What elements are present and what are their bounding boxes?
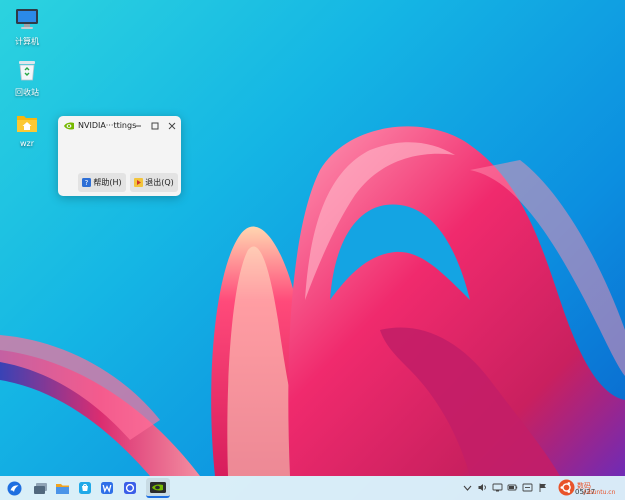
- maximize-icon: [151, 122, 159, 130]
- desktop-icon-home-folder[interactable]: wzr: [7, 113, 47, 148]
- close-icon: [168, 122, 176, 130]
- software-store-button[interactable]: [77, 480, 93, 496]
- file-manager-button[interactable]: [54, 480, 70, 496]
- start-menu-button[interactable]: [6, 480, 22, 496]
- wps-writer-icon: [101, 482, 113, 494]
- minimize-button[interactable]: [133, 121, 143, 131]
- help-icon: ?: [82, 178, 92, 187]
- file-manager-icon: [55, 483, 69, 494]
- svg-text:?: ?: [85, 179, 89, 187]
- close-button[interactable]: [167, 121, 177, 131]
- watermark-logo-icon: [558, 479, 575, 499]
- browser-button[interactable]: [122, 480, 138, 496]
- multitask-view-icon: [33, 482, 47, 494]
- tray-volume-icon[interactable]: [477, 482, 488, 493]
- desktop-icon-label: wzr: [19, 139, 35, 148]
- tray-notification-icon[interactable]: [522, 482, 533, 493]
- volume-icon: [478, 484, 486, 491]
- help-button-label: 帮助(H): [93, 178, 122, 187]
- taskbar: 数码 05/27 /ubuntu.cn: [0, 476, 625, 500]
- software-store-icon: [79, 482, 91, 494]
- dialog-title: NVIDIA···ttings: [78, 121, 137, 130]
- start-menu-icon: [7, 481, 21, 495]
- notification-icon: [522, 483, 533, 492]
- nvidia-settings-dialog: NVIDIA···ttings ? 帮助(H) 退出(Q): [58, 116, 181, 196]
- quit-button[interactable]: 退出(Q): [130, 173, 178, 192]
- tray-keyboard-icon[interactable]: [462, 482, 473, 493]
- desktop-icon-recycle-bin[interactable]: 回收站: [7, 59, 47, 98]
- dialog-titlebar[interactable]: NVIDIA···ttings: [58, 116, 181, 138]
- desktop-icon-computer[interactable]: 计算机: [7, 8, 47, 47]
- desktop-icon-label: 回收站: [15, 88, 39, 97]
- tray-flag-icon[interactable]: [537, 482, 548, 493]
- flag-icon: [539, 483, 546, 492]
- browser-icon: [124, 482, 136, 494]
- home-folder-icon: [16, 113, 38, 136]
- tray-network-icon[interactable]: [492, 482, 503, 493]
- wps-writer-button[interactable]: [99, 480, 115, 496]
- keyboard-icon: [463, 485, 472, 491]
- nvidia-settings-taskbar-button[interactable]: [146, 478, 170, 498]
- network-icon: [492, 483, 503, 492]
- battery-icon: [507, 484, 518, 491]
- desktop-wallpaper: [0, 0, 625, 500]
- desktop-icon-label: 计算机: [15, 37, 39, 46]
- exit-icon: [134, 178, 144, 187]
- quit-button-label: 退出(Q): [145, 178, 174, 187]
- multitask-view-button[interactable]: [32, 480, 48, 496]
- computer-icon: [15, 8, 39, 33]
- wallpaper-ribbons: [0, 126, 625, 477]
- nvidia-icon: [63, 121, 75, 134]
- tray-battery-icon[interactable]: [507, 482, 518, 493]
- watermark-site: /ubuntu.cn: [583, 489, 616, 496]
- maximize-button[interactable]: [150, 121, 160, 131]
- recycle-bin-icon: [16, 59, 38, 84]
- nvidia-settings-icon: [150, 481, 166, 493]
- help-button[interactable]: ? 帮助(H): [78, 173, 126, 192]
- minimize-icon: [135, 125, 141, 127]
